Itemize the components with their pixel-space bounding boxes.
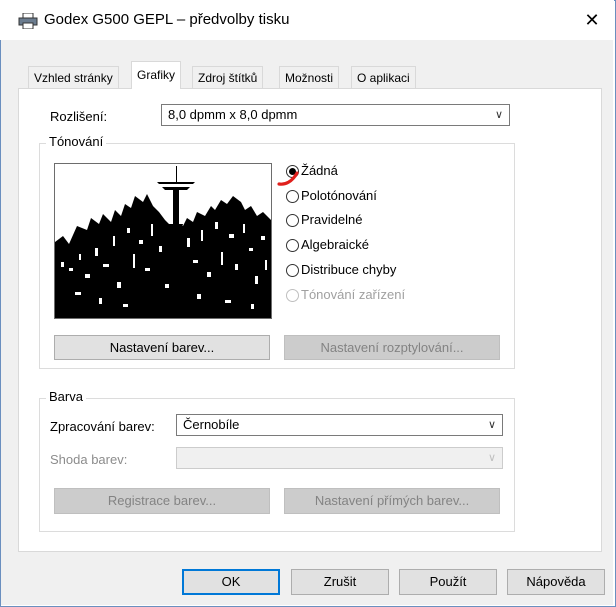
resolution-value: 8,0 dpmm x 8,0 dpmm bbox=[168, 107, 298, 122]
ok-button[interactable]: OK bbox=[182, 569, 280, 595]
chevron-down-icon: ∨ bbox=[487, 452, 496, 464]
color-match-select: ∨ bbox=[176, 447, 503, 469]
window-title: Godex G500 GEPL – předvolby tisku bbox=[44, 11, 290, 28]
color-settings-button[interactable]: Nastavení barev... bbox=[54, 335, 270, 360]
radio-device-dithering bbox=[286, 289, 299, 302]
resolution-select[interactable]: 8,0 dpmm x 8,0 dpmm ∨ bbox=[161, 104, 510, 126]
radio-halftone[interactable] bbox=[286, 190, 299, 203]
apply-button[interactable]: Použít bbox=[399, 569, 497, 595]
red-annotation-mark bbox=[277, 171, 301, 190]
tab-graphics[interactable]: Grafiky bbox=[131, 61, 182, 89]
radio-label-ordered[interactable]: Pravidelné bbox=[301, 212, 362, 227]
tab-label-source[interactable]: Zdroj štítků bbox=[192, 66, 264, 89]
printer-icon bbox=[18, 12, 38, 30]
dithering-group-title: Tónování bbox=[46, 134, 107, 149]
radio-error-diffusion[interactable] bbox=[286, 264, 299, 277]
dithering-preview-image bbox=[54, 163, 272, 319]
radio-label-algebraic[interactable]: Algebraické bbox=[301, 237, 369, 252]
radio-algebraic[interactable] bbox=[286, 239, 299, 252]
tab-page-layout[interactable]: Vzhled stránky bbox=[28, 66, 119, 89]
radio-label-none[interactable]: Žádná bbox=[301, 163, 338, 178]
color-group-title: Barva bbox=[46, 389, 86, 404]
tab-options[interactable]: Možnosti bbox=[279, 66, 340, 89]
chevron-down-icon: ∨ bbox=[487, 419, 496, 431]
direct-colors-button: Nastavení přímých barev... bbox=[284, 488, 500, 514]
color-match-label: Shoda barev: bbox=[50, 452, 128, 467]
resolution-label: Rozlišení: bbox=[50, 109, 108, 124]
help-button[interactable]: Nápověda bbox=[507, 569, 605, 595]
color-processing-label: Zpracování barev: bbox=[50, 419, 155, 434]
color-registration-button: Registrace barev... bbox=[54, 488, 270, 514]
cancel-button[interactable]: Zrušit bbox=[291, 569, 389, 595]
radio-label-error-diffusion[interactable]: Distribuce chyby bbox=[301, 262, 396, 277]
radio-label-device-dithering: Tónování zařízení bbox=[301, 287, 406, 302]
radio-ordered[interactable] bbox=[286, 214, 299, 227]
dither-settings-button: Nastavení rozptylování... bbox=[284, 335, 500, 360]
color-processing-value: Černobíle bbox=[183, 417, 240, 432]
color-processing-select[interactable]: Černobíle ∨ bbox=[176, 414, 503, 436]
close-icon[interactable]: ✕ bbox=[580, 8, 604, 32]
tab-about[interactable]: O aplikaci bbox=[351, 66, 416, 89]
radio-label-halftone[interactable]: Polotónování bbox=[301, 188, 377, 203]
chevron-down-icon: ∨ bbox=[494, 109, 503, 121]
